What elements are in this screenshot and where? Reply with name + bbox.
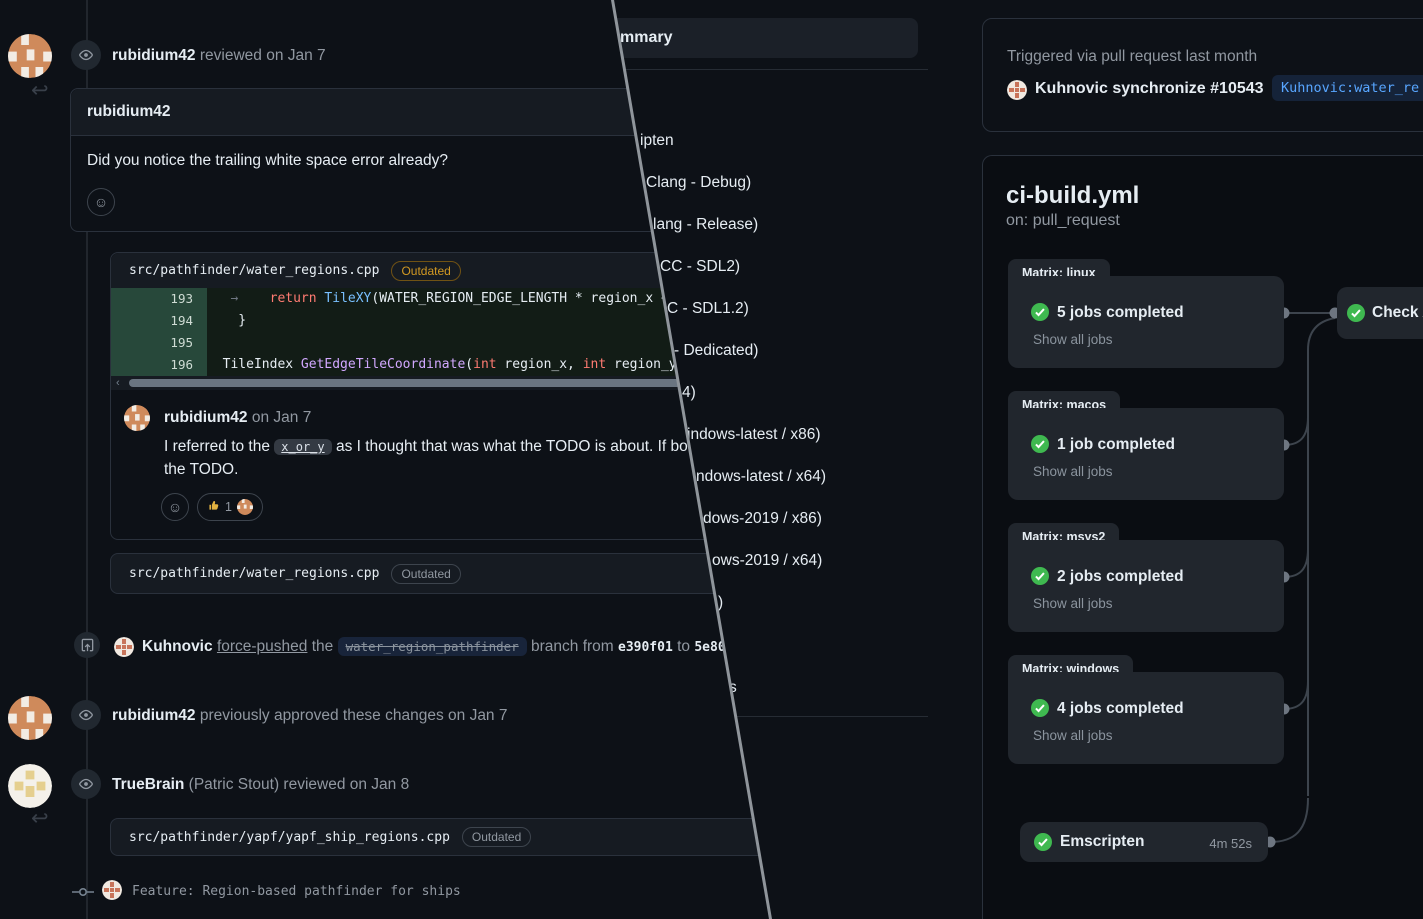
- force-push-text: branch from: [527, 638, 618, 655]
- approved-author[interactable]: rubidium42: [112, 707, 196, 724]
- avatar[interactable]: [8, 34, 52, 78]
- code-keyword: int: [473, 357, 496, 372]
- code-function: GetEdgeTileCoordinate: [301, 357, 465, 372]
- reply-arrow-icon: ↩: [31, 78, 49, 103]
- force-push-text: the: [307, 638, 337, 655]
- comment-author[interactable]: rubidium42: [164, 409, 248, 426]
- avatar[interactable]: [8, 764, 52, 808]
- matrix-status: 1 job completed: [1057, 436, 1175, 454]
- commit-sha-from[interactable]: e390f01: [618, 640, 673, 655]
- wrap-arrow-icon: →: [207, 291, 246, 306]
- job-card-emscripten[interactable]: Emscripten 4m 52s: [1020, 822, 1268, 862]
- show-all-jobs-link[interactable]: Show all jobs: [1033, 596, 1113, 611]
- force-push-author[interactable]: Kuhnovic: [142, 638, 213, 655]
- code-keyword: int: [583, 357, 606, 372]
- show-all-jobs-link[interactable]: Show all jobs: [1033, 332, 1113, 347]
- code-indent: [246, 291, 269, 306]
- avatar[interactable]: [124, 405, 150, 431]
- force-push-action: force-pushed: [217, 638, 307, 655]
- eye-icon: [71, 40, 101, 70]
- force-push-event: Kuhnovic force-pushed the water_region_p…: [142, 638, 778, 656]
- file-path[interactable]: src/pathfinder/water_regions.cpp: [129, 566, 379, 581]
- commit-message[interactable]: Feature: Region-based pathfinder for shi…: [132, 884, 461, 899]
- force-push-text: to: [673, 638, 695, 655]
- show-all-jobs-link[interactable]: Show all jobs: [1033, 728, 1113, 743]
- avatar[interactable]: [237, 499, 253, 515]
- file-path[interactable]: src/pathfinder/yapf/yapf_ship_regions.cp…: [129, 830, 450, 845]
- truebrain-review-event: TrueBrain (Patric Stout) reviewed on Jan…: [112, 776, 409, 794]
- add-reaction-button[interactable]: ☺: [87, 188, 115, 216]
- file-path[interactable]: src/pathfinder/water_regions.cpp: [129, 263, 379, 278]
- matrix-card-linux[interactable]: 5 jobs completed Show all jobs: [1008, 276, 1284, 368]
- job-card-check-annotations[interactable]: Check An: [1337, 287, 1423, 339]
- reaction-count: 1: [225, 500, 232, 514]
- repo-push-icon: [74, 632, 100, 658]
- avatar[interactable]: [114, 637, 134, 657]
- check-circle-icon: [1031, 303, 1049, 326]
- code-text: TileIndex: [207, 357, 301, 372]
- matrix-status: 4 jobs completed: [1057, 700, 1184, 718]
- comment-text: as I thought that was what the TODO is a…: [332, 438, 714, 455]
- eye-icon: [71, 769, 101, 799]
- branch-name-chip[interactable]: water_region_pathfinder: [338, 637, 527, 656]
- comment-text: I referred to the: [164, 438, 274, 455]
- matrix-status: 2 jobs completed: [1057, 568, 1184, 586]
- matrix-card-macos[interactable]: 1 job completed Show all jobs: [1008, 408, 1284, 500]
- check-circle-icon: [1031, 567, 1049, 590]
- scroll-left-arrow[interactable]: ‹: [116, 376, 120, 390]
- code-function: TileXY: [324, 291, 371, 306]
- check-circle-icon: [1347, 304, 1365, 327]
- code-text: (WATER_REGION_EDGE_LENGTH * region_x +: [371, 291, 676, 306]
- thumbs-up-reaction[interactable]: 1: [197, 493, 263, 521]
- check-circle-icon: [1034, 833, 1052, 856]
- thread-comment-header: rubidium42 on Jan 7: [164, 409, 311, 427]
- check-circle-icon: [1031, 435, 1049, 458]
- matrix-status: 5 jobs completed: [1057, 304, 1184, 322]
- review-author[interactable]: TrueBrain: [112, 776, 184, 793]
- review-meta: (Patric Stout) reviewed on Jan 8: [189, 776, 410, 793]
- code-keyword: return: [270, 291, 317, 306]
- job-name: Check An: [1372, 304, 1423, 322]
- line-number: 196: [111, 354, 207, 376]
- outdated-badge: Outdated: [391, 261, 460, 281]
- code-text: (: [465, 357, 473, 372]
- eye-icon: [71, 700, 101, 730]
- line-number: 193: [111, 288, 207, 310]
- thread-comment-line1: I referred to the x_or_y as I thought th…: [164, 438, 714, 456]
- show-all-jobs-link[interactable]: Show all jobs: [1033, 464, 1113, 479]
- reply-arrow-icon: ↩: [31, 806, 49, 831]
- comment-meta: on Jan 7: [252, 409, 311, 426]
- outdated-badge: Outdated: [462, 827, 531, 847]
- approved-meta: previously approved these changes on Jan…: [200, 707, 508, 724]
- avatar[interactable]: [8, 696, 52, 740]
- inline-code-chip: x_or_y: [274, 439, 331, 455]
- review-event: rubidium42 reviewed on Jan 7: [112, 47, 326, 65]
- add-reaction-button[interactable]: ☺: [161, 493, 189, 521]
- line-number: 195: [111, 332, 207, 354]
- review-author[interactable]: rubidium42: [112, 47, 196, 64]
- commit-icon: [70, 884, 96, 905]
- outdated-badge: Outdated: [391, 564, 460, 584]
- thread-comment-line2: the TODO.: [164, 461, 238, 479]
- job-name: Emscripten: [1060, 833, 1144, 851]
- matrix-card-windows[interactable]: 4 jobs completed Show all jobs: [1008, 672, 1284, 764]
- thumbs-up-icon: [207, 499, 220, 515]
- line-number: 194: [111, 310, 207, 332]
- matrix-card-msys2[interactable]: 2 jobs completed Show all jobs: [1008, 540, 1284, 632]
- avatar[interactable]: [102, 880, 122, 900]
- approved-event: rubidium42 previously approved these cha…: [112, 707, 507, 725]
- check-circle-icon: [1031, 699, 1049, 722]
- review-meta: reviewed on Jan 7: [200, 47, 326, 64]
- code-text: region_x,: [497, 357, 583, 372]
- screenshot-stage: mmary ipten Clang - Debug) lang - Releas…: [0, 0, 1423, 919]
- code-text: }: [207, 313, 246, 328]
- job-duration: 4m 52s: [1209, 836, 1252, 851]
